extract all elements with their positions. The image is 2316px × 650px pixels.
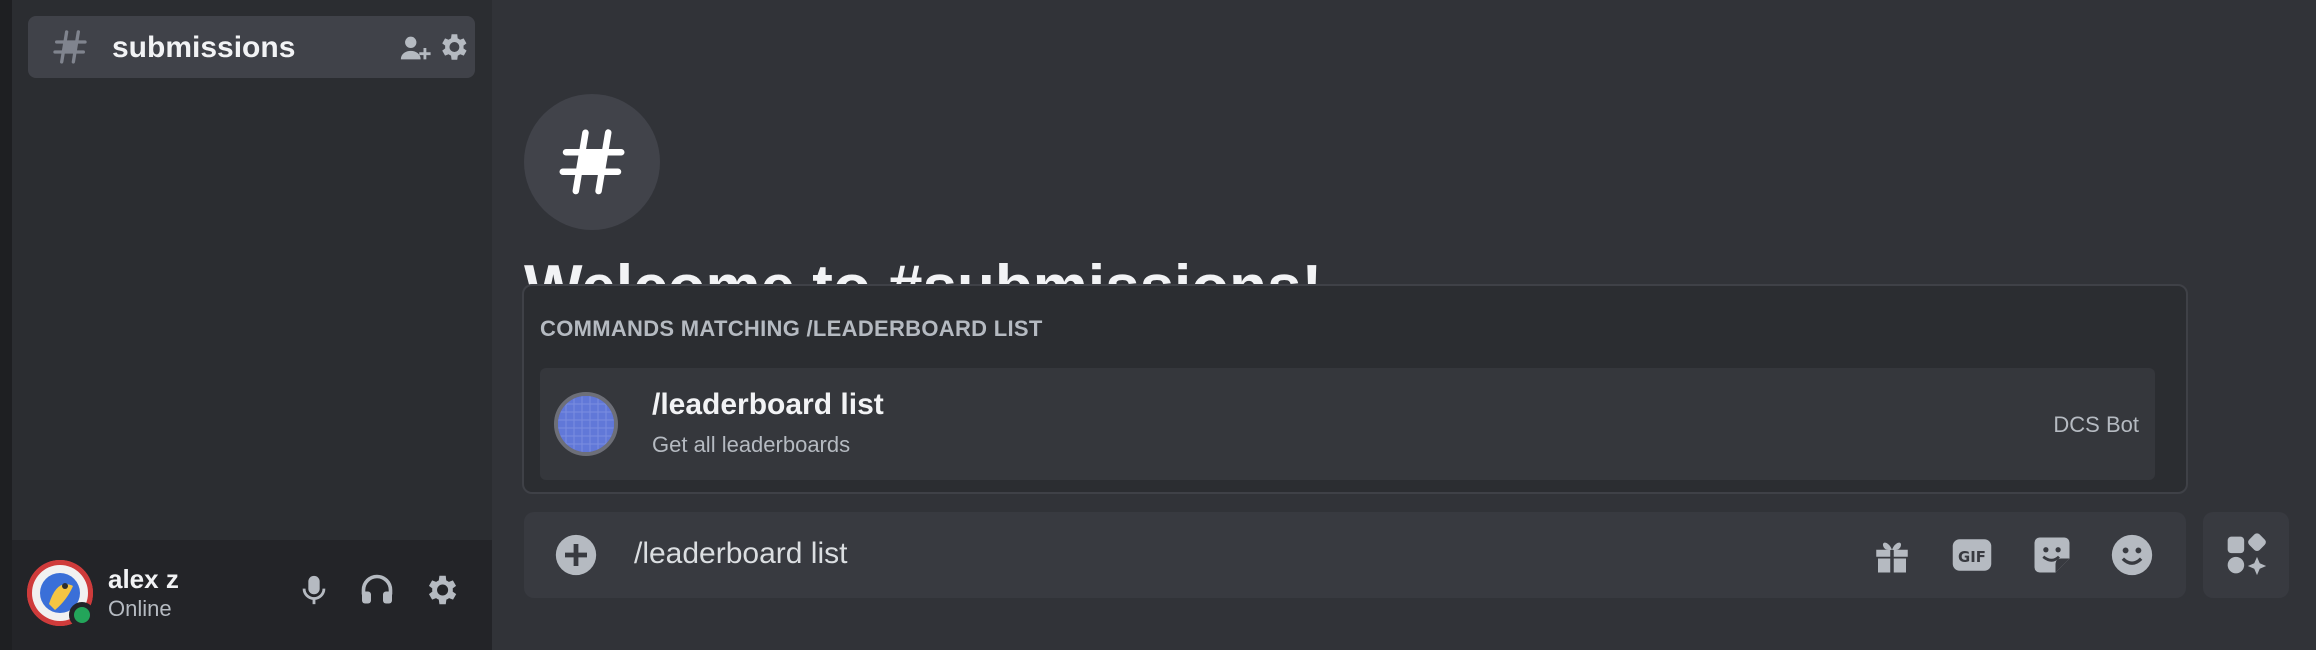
invite-icon[interactable] (398, 31, 432, 65)
emoji-icon (2111, 534, 2153, 576)
mute-button[interactable] (292, 568, 336, 612)
message-input[interactable] (634, 532, 1734, 576)
add-attachment-icon[interactable] (554, 533, 598, 577)
command-name: /leaderboard list (652, 388, 884, 421)
command-source: DCS Bot (2053, 412, 2139, 437)
user-avatar-button[interactable] (27, 560, 95, 628)
deafen-button[interactable] (355, 568, 399, 612)
gift-button[interactable] (1870, 533, 1914, 577)
command-description: Get all leaderboards (652, 432, 851, 457)
apps-icon (2227, 533, 2267, 576)
bot-avatar (554, 392, 618, 456)
gif-icon: GIF (1952, 539, 1992, 571)
channel-item-submissions[interactable]: submissions (28, 16, 475, 78)
message-composer: GIF (524, 512, 2186, 598)
grid-pattern-icon (558, 396, 614, 452)
gift-icon (1876, 542, 1908, 573)
headphones-icon (361, 574, 393, 604)
gif-button[interactable]: GIF (1950, 533, 1994, 577)
channel-sidebar: submissions alex z Online (12, 0, 492, 650)
server-rail-edge (0, 0, 12, 650)
user-status: Online (108, 596, 172, 621)
gear-icon[interactable] (436, 30, 470, 64)
microphone-icon (302, 575, 326, 605)
gear-icon (428, 575, 457, 605)
sticker-icon (2034, 537, 2070, 573)
hash-icon (53, 30, 87, 64)
command-autocomplete-popup: COMMANDS MATCHING /LEADERBOARD LIST /lea… (522, 284, 2188, 494)
apps-button[interactable] (2203, 512, 2289, 598)
welcome-title: Welcome to #submissions! (524, 253, 1323, 288)
command-option[interactable]: /leaderboard list Get all leaderboards D… (540, 368, 2155, 480)
channel-welcome-badge (524, 94, 660, 230)
sticker-button[interactable] (2030, 533, 2074, 577)
username: alex z (108, 564, 179, 594)
hash-icon (559, 129, 625, 195)
online-status-dot (69, 602, 95, 628)
user-panel: alex z Online (12, 540, 492, 650)
svg-text:GIF: GIF (1958, 548, 1986, 566)
user-settings-button[interactable] (419, 568, 463, 612)
emoji-button[interactable] (2110, 533, 2154, 577)
command-popup-header: COMMANDS MATCHING /LEADERBOARD LIST (540, 316, 1043, 341)
channel-name: submissions (112, 31, 296, 64)
